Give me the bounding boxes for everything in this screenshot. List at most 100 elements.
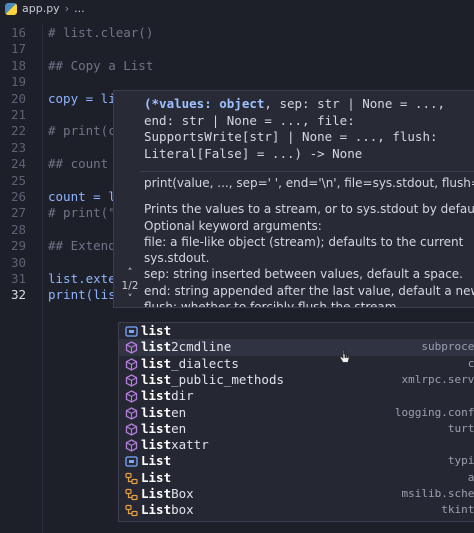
- module-icon: [125, 439, 138, 452]
- hover-popup: ˄ 1/2 ˅ (*values: object, sep: str | Non…: [113, 90, 474, 308]
- completion-match: list: [141, 437, 172, 453]
- signature-text: (*values: object, sep: str | None = ...,…: [144, 96, 474, 162]
- signature-navigator[interactable]: ˄ 1/2 ˅: [118, 267, 142, 306]
- line-number: 21: [10, 107, 26, 122]
- code-text[interactable]: ## count a: [48, 156, 123, 172]
- line-number: 22: [10, 123, 26, 139]
- chevron-up-icon[interactable]: ˄: [118, 267, 142, 280]
- mouse-pointer-icon: [339, 349, 350, 363]
- module-icon: [125, 390, 138, 403]
- doc-line: sys.stdout.: [144, 251, 210, 266]
- completion-label: ListBox: [141, 486, 194, 502]
- doc-line: file: a file-like object (stream); defau…: [144, 234, 464, 249]
- completion-item[interactable]: list_public_methods xmlrpc.serve: [119, 372, 474, 388]
- chevron-down-icon[interactable]: ˅: [118, 293, 142, 306]
- module-icon: [125, 374, 138, 387]
- completion-label: List: [141, 470, 171, 486]
- completion-match: List: [141, 502, 172, 518]
- doc-example: print(value, ..., sep=' ', end='\n', fil…: [144, 176, 474, 190]
- doc-line: sep: string inserted between values, def…: [144, 267, 463, 282]
- line-number: 30: [10, 254, 26, 270]
- completion-rest: _dialects: [171, 355, 239, 371]
- completion-item[interactable]: list2cmdline subproces: [119, 339, 474, 356]
- code-line[interactable]: 16 # list.clear(): [0, 25, 474, 41]
- class-icon: [125, 488, 138, 501]
- code-text[interactable]: ## Extend: [48, 238, 116, 254]
- python-file-icon: [5, 2, 17, 15]
- line-number: 27: [10, 205, 26, 221]
- chevron-right-icon: ›: [64, 2, 70, 15]
- completion-label: listxattr: [141, 437, 209, 453]
- completion-item[interactable]: ListBox msilib.schem: [119, 486, 474, 502]
- line-number: 19: [10, 74, 26, 90]
- completion-match: list: [141, 420, 172, 436]
- completion-label: Listbox: [141, 502, 194, 518]
- completion-item[interactable]: list_dialects cs: [119, 356, 474, 372]
- completion-source: tkinte: [441, 503, 474, 517]
- code-text[interactable]: ## Copy a List: [48, 58, 153, 74]
- completion-label: listdir: [141, 388, 194, 404]
- completion-match: list: [141, 355, 172, 371]
- completion-rest: _public_methods: [171, 371, 284, 387]
- line-number: 31: [10, 271, 26, 286]
- completion-item[interactable]: List as: [119, 470, 474, 486]
- breadcrumb: app.py › ...: [0, 0, 474, 17]
- code-text[interactable]: # print(c: [48, 123, 116, 139]
- line-number: 32: [10, 287, 26, 303]
- completion-item[interactable]: listen turtl: [119, 421, 474, 437]
- completion-item[interactable]: List typin: [119, 453, 474, 469]
- completion-rest: box: [171, 502, 194, 518]
- completion-match: list: [141, 339, 172, 355]
- completion-match: List: [141, 486, 172, 501]
- completion-label: list2cmdline: [141, 339, 231, 355]
- signature-count: 1/2: [121, 280, 139, 292]
- completion-item[interactable]: list: [119, 323, 474, 339]
- code-text[interactable]: list.exte: [48, 271, 116, 287]
- line-number: 26: [10, 189, 26, 204]
- breadcrumb-file[interactable]: app.py: [22, 2, 60, 15]
- completion-label: listen: [141, 421, 186, 437]
- line-number: 18: [10, 57, 26, 73]
- module-icon: [125, 406, 138, 420]
- variable-icon: [125, 326, 138, 337]
- class-icon: [125, 472, 138, 484]
- code-line[interactable]: 18 ## Copy a List: [0, 58, 474, 74]
- code-line[interactable]: 19: [0, 74, 474, 90]
- docstring: print(value, ..., sep=' ', end='\n', fil…: [144, 175, 474, 308]
- doc-line: flush: whether to forcibly flush the str…: [144, 300, 401, 308]
- code-line[interactable]: 17: [0, 41, 474, 57]
- completion-source: typin: [447, 454, 474, 468]
- line-number: 17: [10, 41, 26, 57]
- completion-item[interactable]: Listbox tkinte: [119, 502, 474, 518]
- code-text[interactable]: # list.clear(): [48, 25, 153, 41]
- doc-line: Optional keyword arguments:: [144, 218, 322, 233]
- completion-item[interactable]: listdiro: [119, 388, 474, 404]
- signature-params-bold: (*values: object: [144, 96, 265, 111]
- code-text[interactable]: copy = li: [48, 91, 116, 107]
- completion-rest: en: [171, 404, 187, 420]
- popup-divider: [140, 171, 474, 172]
- completion-source: as: [467, 470, 474, 484]
- variable-icon: [125, 456, 138, 468]
- completion-label: list_dialects: [141, 356, 239, 372]
- module-icon: [125, 357, 138, 371]
- line-number: 29: [10, 238, 26, 254]
- completion-rest: xattr: [171, 437, 209, 453]
- module-icon: [125, 423, 138, 436]
- completion-match: List: [141, 469, 172, 485]
- completion-item[interactable]: listen logging.confi: [119, 405, 474, 421]
- completion-rest: Box: [171, 486, 194, 501]
- completion-label: List: [141, 453, 171, 469]
- doc-line: end: string appended after the last valu…: [144, 283, 474, 298]
- completion-source: turtl: [447, 421, 474, 435]
- completion-match: list: [141, 371, 172, 387]
- completion-list[interactable]: listlist2cmdlinesubproceslist_dialectscs…: [118, 322, 474, 522]
- code-text[interactable]: count = l: [48, 189, 116, 205]
- code-text[interactable]: # print(": [48, 205, 116, 221]
- completion-item[interactable]: listxattro: [119, 437, 474, 453]
- completion-source: msilib.schem: [401, 487, 474, 500]
- line-number: 23: [10, 139, 26, 155]
- line-number: 16: [10, 25, 26, 40]
- breadcrumb-rest[interactable]: ...: [74, 2, 85, 15]
- completion-source: cs: [467, 356, 474, 370]
